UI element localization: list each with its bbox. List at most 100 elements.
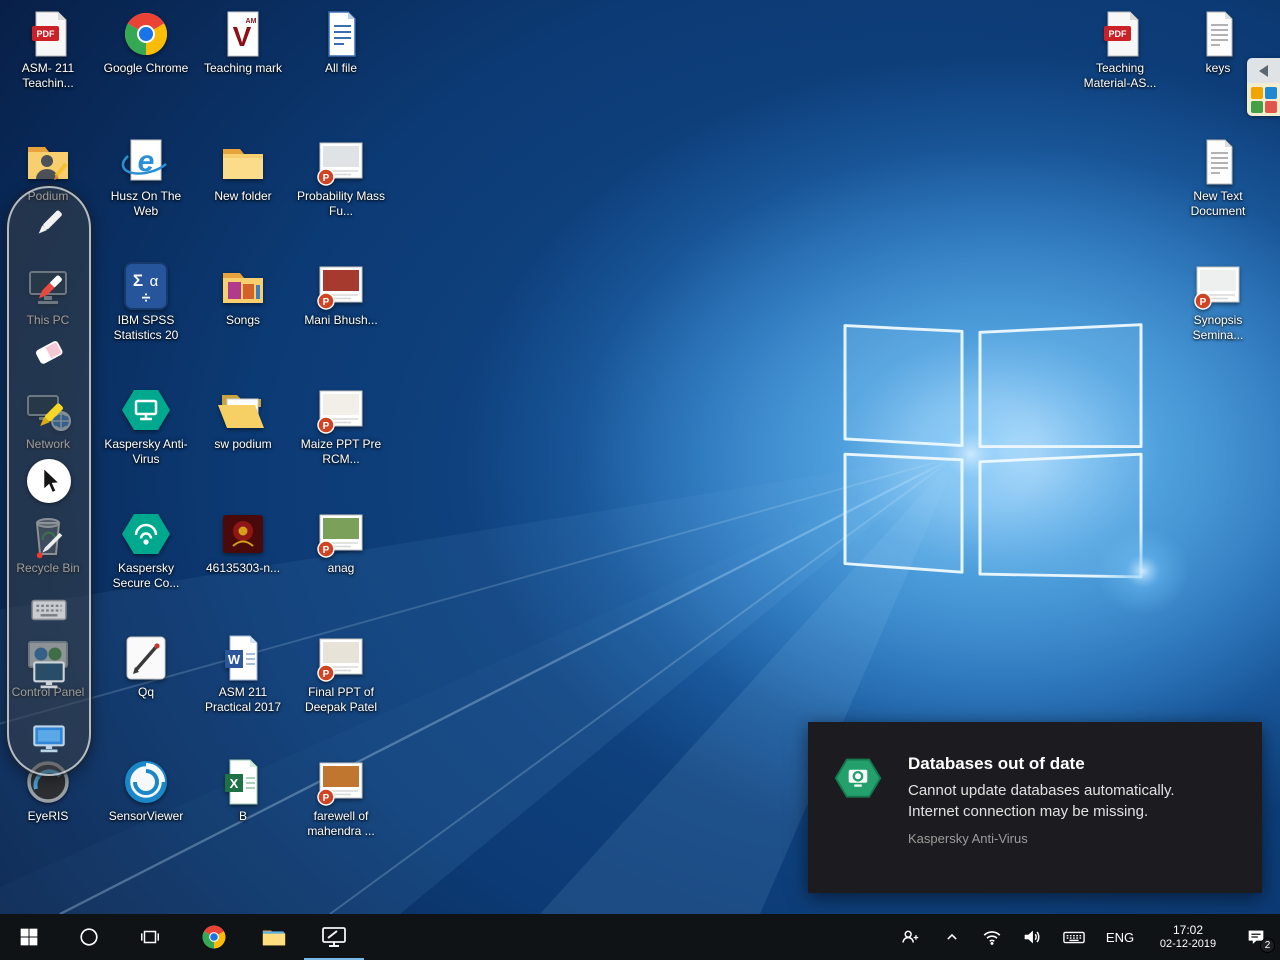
clock-time: 17:02 bbox=[1173, 923, 1203, 938]
desktop-icon[interactable]: XB bbox=[195, 758, 291, 824]
desktop-icon-label: farewell of mahendra ... bbox=[294, 809, 388, 838]
desktop-icon[interactable]: PDFASM- 211 Teachin... bbox=[0, 10, 96, 90]
desktop-icon-label: New Text Document bbox=[1171, 189, 1265, 218]
desktop-icon-label: sw podium bbox=[214, 437, 271, 452]
svg-text:Σ: Σ bbox=[133, 271, 143, 290]
desktop-icon[interactable]: VAMTeaching mark bbox=[195, 10, 291, 76]
chrome-icon bbox=[118, 10, 174, 58]
desktop-icon[interactable]: Qq bbox=[98, 634, 194, 700]
desktop-icon-label: Husz On The Web bbox=[99, 189, 193, 218]
desktop-icon-label: Qq bbox=[138, 685, 154, 700]
dock-palette-button[interactable] bbox=[1247, 83, 1280, 116]
textdoc-icon bbox=[1190, 10, 1246, 58]
taskbar-presenter-button[interactable] bbox=[304, 914, 364, 960]
display-tool[interactable] bbox=[25, 714, 73, 764]
desktop-icon[interactable]: PSynopsis Semina... bbox=[1170, 262, 1266, 342]
desktop-icon-label: Google Chrome bbox=[104, 61, 189, 76]
desktop-icon[interactable]: New folder bbox=[195, 138, 291, 204]
taskbar-explorer-button[interactable] bbox=[244, 914, 304, 960]
taskbar-clock[interactable]: 17:02 02-12-2019 bbox=[1144, 914, 1232, 960]
desktop-icon-label: B bbox=[239, 809, 247, 824]
desktop-icon-label: Kaspersky Anti-Virus bbox=[99, 437, 193, 466]
desktop-icon[interactable]: Σα÷IBM SPSS Statistics 20 bbox=[98, 262, 194, 342]
wifi-icon bbox=[981, 926, 1003, 948]
desktop-icon[interactable]: 46135303-n... bbox=[195, 510, 291, 576]
action-center-button[interactable]: 2 bbox=[1232, 914, 1280, 960]
excel-icon: X bbox=[215, 758, 271, 806]
eraser-icon bbox=[28, 331, 70, 373]
task-view-icon bbox=[139, 926, 161, 948]
desktop[interactable]: PDFASM- 211 Teachin...PodiumThis PCNetwo… bbox=[0, 0, 1280, 914]
desktop-icon-label: ASM 211 Practical 2017 bbox=[196, 685, 290, 714]
people-button[interactable] bbox=[888, 914, 932, 960]
dock-collapse-button[interactable] bbox=[1247, 58, 1280, 83]
volume-tray-button[interactable] bbox=[1012, 914, 1052, 960]
desktop-icon-label: Teaching Material-AS... bbox=[1073, 61, 1167, 90]
keyboard-tool[interactable] bbox=[25, 585, 73, 635]
desktop-icon[interactable]: PProbability Mass Fu... bbox=[293, 138, 389, 218]
svg-text:P: P bbox=[323, 669, 330, 680]
desktop-icon[interactable]: Panag bbox=[293, 510, 389, 576]
desktop-icon[interactable]: Google Chrome bbox=[98, 10, 194, 76]
cortana-search-button[interactable] bbox=[58, 914, 120, 960]
toast-text: Databases out of date Cannot update data… bbox=[908, 754, 1208, 893]
eraser-tool[interactable] bbox=[25, 327, 73, 377]
people-icon bbox=[899, 926, 921, 948]
language-indicator[interactable]: ENG bbox=[1096, 914, 1144, 960]
pen-icon bbox=[28, 202, 70, 244]
desktop-icon[interactable]: WASM 211 Practical 2017 bbox=[195, 634, 291, 714]
svg-text:P: P bbox=[323, 421, 330, 432]
network-tray-button[interactable] bbox=[972, 914, 1012, 960]
pdf-icon: PDF bbox=[20, 10, 76, 58]
desktop-icon[interactable]: PMani Bhush... bbox=[293, 262, 389, 328]
openfolder-icon bbox=[215, 386, 271, 434]
folder-icon bbox=[215, 138, 271, 186]
desktop-icon[interactable]: New Text Document bbox=[1170, 138, 1266, 218]
chevron-up-icon bbox=[942, 927, 962, 947]
windows-logo-icon bbox=[19, 927, 39, 947]
ppt-icon: P bbox=[1190, 262, 1246, 310]
laser-pen-tool[interactable] bbox=[25, 521, 73, 571]
chrome-icon bbox=[201, 924, 227, 950]
desktop-icon[interactable]: Kaspersky Secure Co... bbox=[98, 510, 194, 590]
red-pen-tool[interactable] bbox=[25, 263, 73, 313]
taskbar-chrome-button[interactable] bbox=[184, 914, 244, 960]
desktop-icon[interactable]: sw podium bbox=[195, 386, 291, 452]
kaspersky-icon bbox=[832, 754, 884, 893]
kav-icon bbox=[118, 386, 174, 434]
desktop-icon[interactable]: SensorViewer bbox=[98, 758, 194, 824]
desktop-icon[interactable]: PMaize PPT Pre RCM... bbox=[293, 386, 389, 466]
cursor-tool[interactable] bbox=[27, 459, 71, 503]
task-view-button[interactable] bbox=[120, 914, 180, 960]
desktop-icon[interactable]: PFinal PPT of Deepak Patel bbox=[293, 634, 389, 714]
screen-tool[interactable] bbox=[25, 650, 73, 700]
desktop-icon[interactable]: Songs bbox=[195, 262, 291, 328]
desktop-icon[interactable]: All file bbox=[293, 10, 389, 76]
tray-overflow-button[interactable] bbox=[932, 914, 972, 960]
notification-toast[interactable]: Databases out of date Cannot update data… bbox=[808, 722, 1262, 893]
desktop-icon-label: EyeRIS bbox=[28, 809, 69, 824]
desktop-icon[interactable]: PDFTeaching Material-AS... bbox=[1072, 10, 1168, 90]
desktop-icon-label: All file bbox=[325, 61, 357, 76]
pen-tool[interactable] bbox=[25, 198, 73, 248]
sensor-icon bbox=[118, 758, 174, 806]
ppt-icon: P bbox=[313, 386, 369, 434]
blue-tile-icon bbox=[1265, 87, 1277, 99]
desktop-icon-label: Probability Mass Fu... bbox=[294, 189, 388, 218]
cortana-circle-icon bbox=[78, 926, 100, 948]
svg-text:P: P bbox=[323, 297, 330, 308]
touch-keyboard-tray-button[interactable] bbox=[1052, 914, 1096, 960]
toast-source: Kaspersky Anti-Virus bbox=[908, 831, 1208, 846]
desktop-icon-label: Kaspersky Secure Co... bbox=[99, 561, 193, 590]
svg-text:÷: ÷ bbox=[142, 290, 151, 307]
svg-text:PDF: PDF bbox=[37, 29, 56, 39]
desktop-icon[interactable]: eHusz On The Web bbox=[98, 138, 194, 218]
laser-pen-icon bbox=[28, 525, 70, 567]
red-pen-icon bbox=[28, 267, 70, 309]
desktop-icon-label: Teaching mark bbox=[204, 61, 282, 76]
desktop-icon[interactable]: Pfarewell of mahendra ... bbox=[293, 758, 389, 838]
desktop-icon[interactable]: Kaspersky Anti-Virus bbox=[98, 386, 194, 466]
start-button[interactable] bbox=[0, 914, 58, 960]
highlighter-tool[interactable] bbox=[25, 392, 73, 442]
svg-text:AM: AM bbox=[246, 18, 257, 25]
